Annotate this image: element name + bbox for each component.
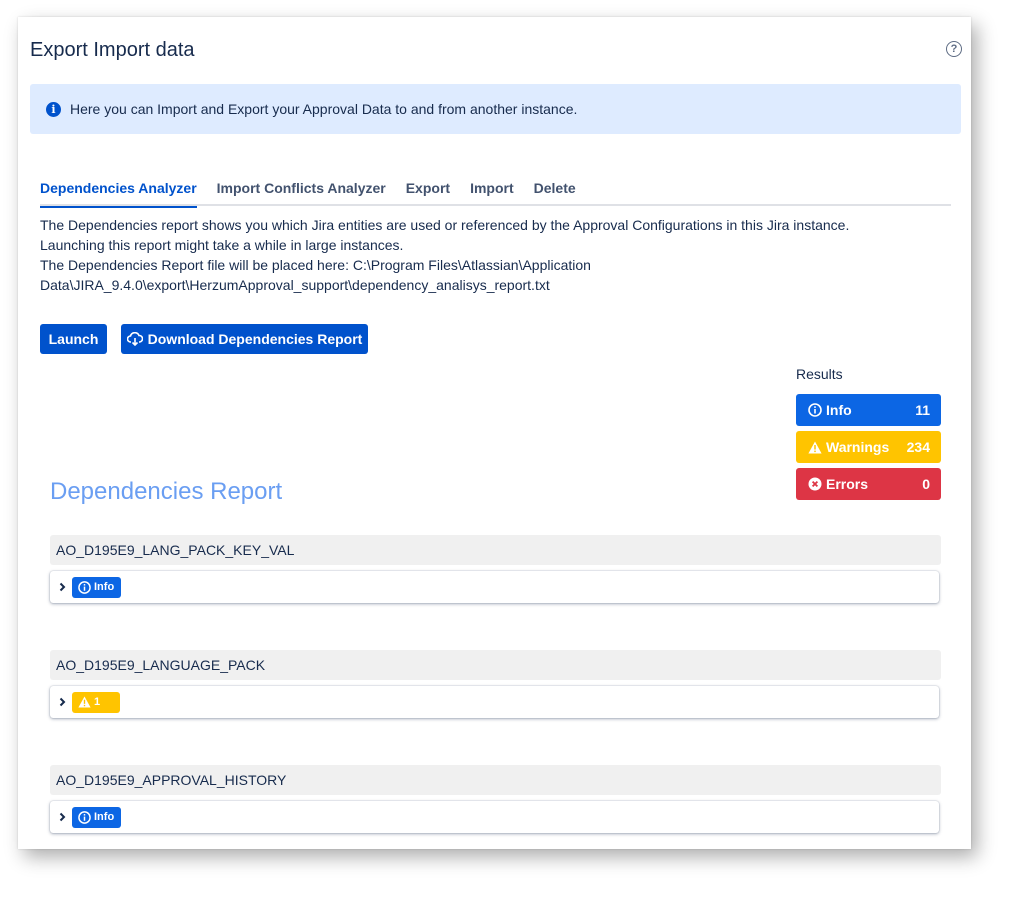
results-errors-count: 0: [922, 476, 930, 492]
tab-delete[interactable]: Delete: [534, 180, 576, 204]
section-name: AO_D195E9_LANGUAGE_PACK: [56, 657, 266, 673]
section-row[interactable]: 1: [50, 686, 939, 718]
section-name: AO_D195E9_APPROVAL_HISTORY: [56, 772, 287, 788]
results-errors[interactable]: Errors 0: [796, 468, 941, 500]
error-icon: [808, 477, 822, 491]
chevron-right-icon[interactable]: [59, 812, 66, 822]
results-warnings-count: 234: [906, 439, 930, 455]
section-row[interactable]: Info: [50, 801, 939, 833]
warning-badge: 1: [72, 691, 121, 713]
results-warnings-label: Warnings: [826, 439, 890, 455]
help-icon[interactable]: ?: [946, 41, 962, 57]
section-header: AO_D195E9_APPROVAL_HISTORY: [50, 765, 941, 795]
warning-icon: [78, 696, 91, 708]
info-circle-icon: [808, 403, 822, 417]
results-errors-label: Errors: [826, 476, 869, 492]
tab-dependencies-analyzer[interactable]: Dependencies Analyzer: [40, 180, 197, 208]
results-info-label: Info: [826, 402, 852, 418]
banner-text: Here you can Import and Export your Appr…: [70, 101, 578, 117]
results-info[interactable]: Info 11: [796, 394, 941, 426]
badge-text: Info: [94, 811, 115, 823]
download-label: Download Dependencies Report: [147, 331, 363, 347]
info-circle-icon: [78, 580, 91, 594]
info-badge: Info: [72, 576, 122, 598]
tab-export[interactable]: Export: [406, 180, 450, 204]
description-line: The Dependencies report shows you which …: [40, 217, 850, 233]
description: The Dependencies report shows you which …: [40, 215, 849, 295]
info-circle-icon: [78, 810, 91, 824]
info-banner: i Here you can Import and Export your Ap…: [30, 84, 961, 134]
description-line: The Dependencies Report file will be pla…: [40, 257, 591, 273]
section-header: AO_D195E9_LANG_PACK_KEY_VAL: [50, 535, 941, 565]
cloud-download-icon: [126, 332, 143, 346]
description-line: Data\JIRA_9.4.0\export\HerzumApproval_su…: [40, 277, 550, 293]
badge-text: Info: [94, 581, 115, 593]
results-warnings[interactable]: Warnings 234: [796, 431, 941, 463]
results-info-count: 11: [915, 402, 930, 418]
warning-icon: [808, 441, 822, 454]
export-import-panel: Export Import data ? i Here you can Impo…: [18, 17, 971, 849]
chevron-right-icon[interactable]: [59, 697, 66, 707]
section-header: AO_D195E9_LANGUAGE_PACK: [50, 650, 941, 680]
tab-bar: Dependencies Analyzer Import Conflicts A…: [40, 180, 951, 208]
badge-text: 1: [94, 696, 101, 708]
info-badge: Info: [72, 806, 122, 828]
download-report-button[interactable]: Download Dependencies Report: [121, 324, 368, 354]
info-icon: i: [46, 101, 61, 117]
tab-import[interactable]: Import: [470, 180, 514, 204]
page-title: Export Import data: [30, 39, 195, 61]
chevron-right-icon[interactable]: [59, 582, 66, 592]
report-title: Dependencies Report: [50, 478, 283, 505]
tab-import-conflicts-analyzer[interactable]: Import Conflicts Analyzer: [217, 180, 386, 204]
section-name: AO_D195E9_LANG_PACK_KEY_VAL: [56, 542, 295, 558]
description-line: Launching this report might take a while…: [40, 237, 404, 253]
launch-button[interactable]: Launch: [40, 324, 107, 354]
results-label: Results: [796, 366, 843, 382]
section-row[interactable]: Info: [50, 571, 939, 603]
